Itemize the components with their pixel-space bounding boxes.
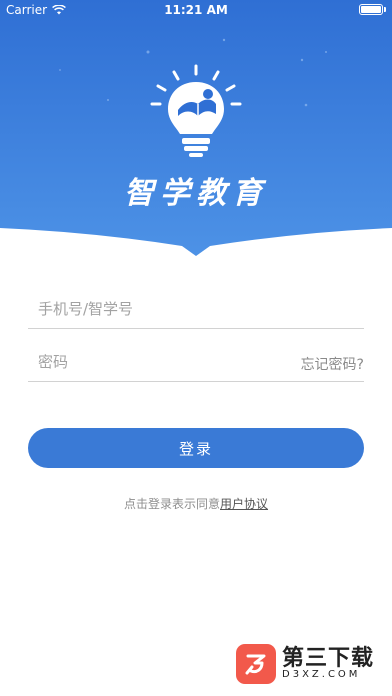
watermark-logo-icon xyxy=(236,644,276,684)
lightbulb-with-book-icon xyxy=(150,64,242,157)
login-button[interactable]: 登录 xyxy=(28,428,364,468)
app-title: 智学教育 xyxy=(124,176,268,211)
agreement-notice: 点击登录表示同意用户协议 xyxy=(0,495,392,512)
status-time: 11:21 AM xyxy=(164,3,228,17)
password-field: 忘记密码? xyxy=(28,342,364,382)
watermark: 第三下载 D3XZ.COM xyxy=(236,640,386,688)
agreement-text: 点击登录表示同意 xyxy=(123,497,220,511)
password-input[interactable] xyxy=(28,344,288,380)
battery-icon xyxy=(359,4,386,15)
phone-input[interactable] xyxy=(28,291,288,327)
header-banner: Carrier 11:21 AM 智学教育 xyxy=(0,0,392,270)
user-agreement-link[interactable]: 用户协议 xyxy=(220,497,268,511)
forgot-password-link[interactable]: 忘记密码? xyxy=(301,354,364,374)
watermark-title: 第三下载 xyxy=(282,646,375,672)
status-bar: Carrier 11:21 AM xyxy=(0,0,392,20)
phone-field xyxy=(28,289,364,329)
watermark-subtitle: D3XZ.COM xyxy=(282,669,361,681)
